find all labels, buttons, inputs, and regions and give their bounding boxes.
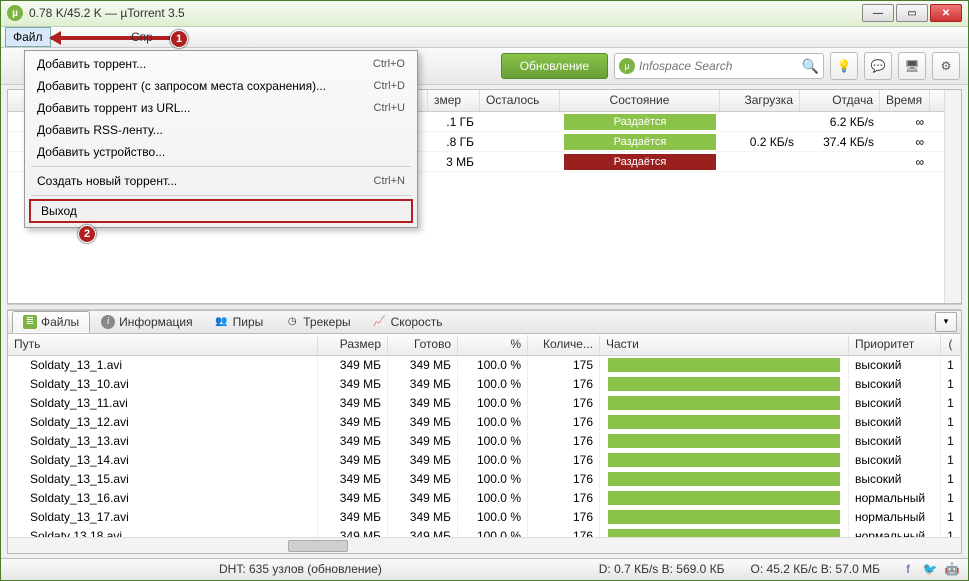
file-menu-dropdown: Добавить торрент...Ctrl+OДобавить торрен… bbox=[24, 50, 418, 228]
minimize-button[interactable]: — bbox=[862, 4, 894, 22]
tab-files[interactable]: ≣Файлы bbox=[12, 311, 90, 333]
chat-button[interactable]: 💬 bbox=[864, 52, 892, 80]
detail-tabs: ≣Файлы iИнформация 👥Пиры ◷Трекеры 📈Скоро… bbox=[7, 310, 962, 334]
annotation-arrow-1 bbox=[51, 29, 181, 45]
menu-item-2[interactable]: Добавить торрент из URL...Ctrl+U bbox=[27, 97, 415, 119]
tab-info[interactable]: iИнформация bbox=[90, 311, 203, 333]
search-provider-icon: µ bbox=[619, 58, 635, 74]
trackers-icon: ◷ bbox=[285, 315, 299, 329]
menu-file[interactable]: Файл bbox=[5, 27, 51, 47]
col-status[interactable]: Состояние bbox=[560, 90, 720, 111]
status-dht: DHT: 635 узлов (обновление) bbox=[213, 562, 388, 576]
menu-separator bbox=[31, 195, 411, 196]
app-icon: µ bbox=[7, 5, 23, 21]
android-icon[interactable]: 🤖 bbox=[944, 561, 960, 577]
annotation-badge-1: 1 bbox=[170, 30, 188, 48]
parts-progress bbox=[608, 453, 840, 467]
parts-progress bbox=[608, 434, 840, 448]
file-row[interactable]: Soldaty_13_15.avi349 МБ349 МБ100.0 %176в… bbox=[8, 470, 961, 489]
status-down: D: 0.7 КБ/s B: 569.0 КБ bbox=[593, 562, 731, 576]
facebook-icon[interactable]: f bbox=[900, 561, 916, 577]
files-icon: ≣ bbox=[23, 315, 37, 329]
hscroll-thumb[interactable] bbox=[288, 540, 348, 552]
fh-count[interactable]: Количе... bbox=[528, 335, 600, 353]
fh-last[interactable]: ( bbox=[941, 335, 961, 353]
search-box[interactable]: µ 🔍 bbox=[614, 53, 824, 79]
hint-button[interactable]: 💡 bbox=[830, 52, 858, 80]
parts-progress bbox=[608, 377, 840, 391]
col-time[interactable]: Время bbox=[880, 90, 930, 111]
col-down[interactable]: Загрузка bbox=[720, 90, 800, 111]
parts-progress bbox=[608, 415, 840, 429]
speed-icon: 📈 bbox=[373, 315, 387, 329]
file-row[interactable]: Soldaty_13_14.avi349 МБ349 МБ100.0 %176в… bbox=[8, 451, 961, 470]
tab-trackers[interactable]: ◷Трекеры bbox=[274, 311, 361, 333]
file-rows: Soldaty_13_1.avi349 МБ349 МБ100.0 %175вы… bbox=[8, 356, 961, 537]
parts-progress bbox=[608, 491, 840, 505]
file-row[interactable]: Soldaty_13_17.avi349 МБ349 МБ100.0 %176н… bbox=[8, 508, 961, 527]
remote-button[interactable]: 🖥 bbox=[898, 52, 926, 80]
parts-progress bbox=[608, 396, 840, 410]
fh-prio[interactable]: Приоритет bbox=[849, 335, 941, 353]
menu-separator bbox=[31, 166, 411, 167]
fh-parts[interactable]: Части bbox=[600, 335, 849, 353]
menu-item-0[interactable]: Добавить торрент...Ctrl+O bbox=[27, 53, 415, 75]
menu-item-3[interactable]: Добавить RSS-ленту... bbox=[27, 119, 415, 141]
parts-progress bbox=[608, 510, 840, 524]
window-title: 0.78 K/45.2 K — µTorrent 3.5 bbox=[29, 6, 862, 20]
settings-button[interactable]: ⚙ bbox=[932, 52, 960, 80]
file-row[interactable]: Soldaty 13 18.avi349 МБ349 МБ100.0 %176н… bbox=[8, 527, 961, 537]
maximize-button[interactable]: ▭ bbox=[896, 4, 928, 22]
info-icon: i bbox=[101, 315, 115, 329]
file-row[interactable]: Soldaty_13_11.avi349 МБ349 МБ100.0 %176в… bbox=[8, 394, 961, 413]
menu-create-torrent[interactable]: Создать новый торрент... Ctrl+N bbox=[27, 170, 415, 192]
search-icon[interactable]: 🔍 bbox=[802, 58, 819, 75]
file-row[interactable]: Soldaty_13_10.avi349 МБ349 МБ100.0 %176в… bbox=[8, 375, 961, 394]
peers-icon: 👥 bbox=[215, 315, 229, 329]
col-remaining[interactable]: Осталось bbox=[480, 90, 560, 111]
parts-progress bbox=[608, 472, 840, 486]
fh-pct[interactable]: % bbox=[458, 335, 528, 353]
annotation-badge-2: 2 bbox=[78, 225, 96, 243]
parts-progress bbox=[608, 358, 840, 372]
search-input[interactable] bbox=[639, 59, 798, 73]
file-row[interactable]: Soldaty_13_13.avi349 МБ349 МБ100.0 %176в… bbox=[8, 432, 961, 451]
files-hscroll[interactable] bbox=[8, 537, 961, 553]
tabs-more[interactable]: ▾ bbox=[935, 312, 957, 332]
files-panel: Путь Размер Готово % Количе... Части При… bbox=[7, 334, 962, 554]
files-header: Путь Размер Готово % Количе... Части При… bbox=[8, 334, 961, 356]
main-window: µ 0.78 K/45.2 K — µTorrent 3.5 — ▭ ✕ Фай… bbox=[0, 0, 969, 581]
tab-peers[interactable]: 👥Пиры bbox=[204, 311, 275, 333]
titlebar: µ 0.78 K/45.2 K — µTorrent 3.5 — ▭ ✕ bbox=[1, 1, 968, 27]
tab-speed[interactable]: 📈Скорость bbox=[362, 311, 454, 333]
file-row[interactable]: Soldaty_13_16.avi349 МБ349 МБ100.0 %176н… bbox=[8, 489, 961, 508]
col-size[interactable]: змер bbox=[428, 90, 480, 111]
status-bar: DHT: 635 узлов (обновление) D: 0.7 КБ/s … bbox=[1, 558, 968, 580]
file-row[interactable]: Soldaty_13_1.avi349 МБ349 МБ100.0 %175вы… bbox=[8, 356, 961, 375]
menu-exit[interactable]: Выход bbox=[29, 199, 413, 223]
twitter-icon[interactable]: 🐦 bbox=[922, 561, 938, 577]
update-button[interactable]: Обновление bbox=[501, 53, 608, 79]
fh-path[interactable]: Путь bbox=[8, 335, 318, 353]
close-button[interactable]: ✕ bbox=[930, 4, 962, 22]
fh-done[interactable]: Готово bbox=[388, 335, 458, 353]
col-up[interactable]: Отдача bbox=[800, 90, 880, 111]
parts-progress bbox=[608, 529, 840, 537]
menu-item-1[interactable]: Добавить торрент (с запросом места сохра… bbox=[27, 75, 415, 97]
file-row[interactable]: Soldaty_13_12.avi349 МБ349 МБ100.0 %176в… bbox=[8, 413, 961, 432]
torrent-vscroll[interactable] bbox=[944, 90, 961, 303]
status-up: O: 45.2 КБ/с B: 57.0 МБ bbox=[745, 562, 886, 576]
menubar: Файл Спр bbox=[1, 27, 968, 48]
menu-item-4[interactable]: Добавить устройство... bbox=[27, 141, 415, 163]
fh-size[interactable]: Размер bbox=[318, 335, 388, 353]
menu-help-partial[interactable]: Спр bbox=[131, 30, 153, 44]
